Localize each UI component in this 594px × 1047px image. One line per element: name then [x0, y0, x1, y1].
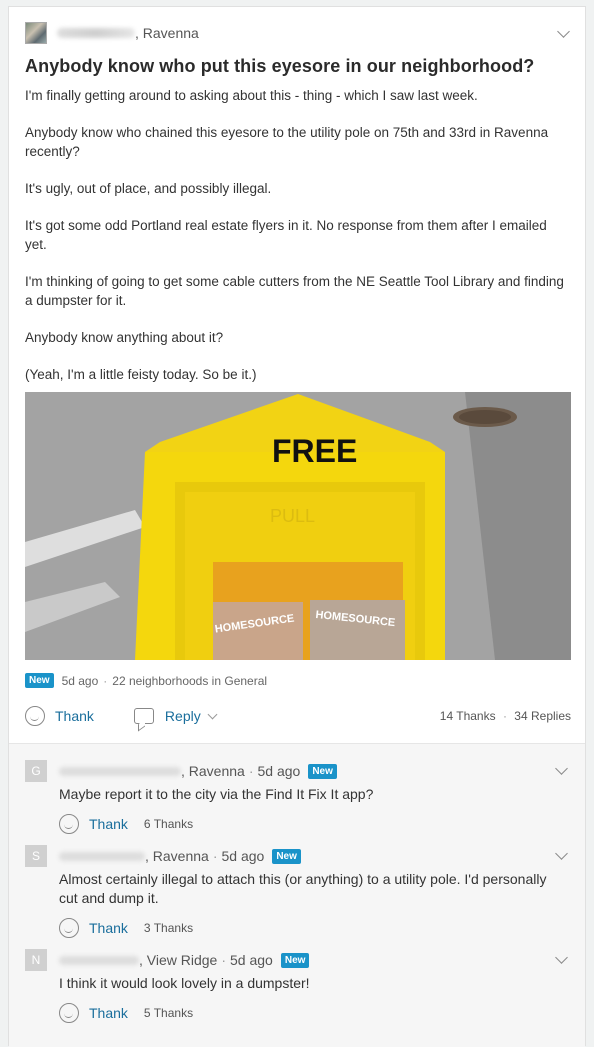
reply-item: N , View Ridge · 5d ago New I think it w…	[25, 949, 565, 1029]
reply-neighborhood[interactable]: , View Ridge	[139, 952, 217, 968]
chevron-down-icon[interactable]	[557, 27, 571, 41]
new-badge: New	[272, 848, 301, 864]
post-photo[interactable]: PULL HOMESOURCE HOMESOURCE FREE	[25, 392, 571, 660]
reply-author-redacted[interactable]	[59, 766, 181, 776]
reply-age: 5d ago	[221, 848, 265, 864]
reply-author-redacted[interactable]	[59, 955, 139, 965]
avatar[interactable]: S	[25, 845, 47, 867]
thanks-count[interactable]: 3 Thanks	[144, 921, 193, 935]
post-paragraph: I'm finally getting around to asking abo…	[25, 88, 478, 103]
thank-button[interactable]: Thank	[55, 708, 94, 724]
free-box-photo: PULL HOMESOURCE HOMESOURCE FREE	[25, 392, 571, 660]
reply-header: , View Ridge · 5d ago New	[59, 949, 310, 971]
reply-item: S , Ravenna · 5d ago New Almost certainl…	[25, 845, 565, 938]
new-badge: New	[308, 763, 337, 779]
reply-actions: Thank 3 Thanks	[59, 918, 193, 938]
reply-text: I think it would look lovely in a dumpst…	[59, 975, 310, 991]
post-paragraph: Anybody know who chained this eyesore to…	[25, 125, 549, 159]
new-badge: New	[280, 952, 310, 968]
reply-author-redacted[interactable]	[59, 851, 145, 861]
reply-actions: Thank 6 Thanks	[59, 814, 193, 834]
chevron-down-icon[interactable]	[555, 953, 569, 967]
reply-button[interactable]: Reply	[165, 708, 201, 724]
post-age[interactable]: 5d ago	[62, 674, 99, 688]
reply-header: , Ravenna · 5d ago New	[59, 760, 337, 782]
post-author-row: , Ravenna	[25, 21, 199, 45]
photo-free-text: FREE	[272, 433, 357, 469]
post-paragraph: It's ugly, out of place, and possibly il…	[25, 181, 272, 196]
reply-item: G , Ravenna · 5d ago New Maybe report it…	[25, 760, 565, 840]
thanks-count[interactable]: 14 Thanks	[440, 709, 496, 723]
reply-text: Maybe report it to the city via the Find…	[59, 786, 374, 802]
post-body: I'm finally getting around to asking abo…	[25, 86, 565, 384]
thank-button[interactable]: Thank	[89, 920, 128, 936]
post-counts: 14 Thanks · 34 Replies	[440, 709, 571, 723]
thanks-count[interactable]: 5 Thanks	[144, 1006, 193, 1020]
post-paragraph: It's got some odd Portland real estate f…	[25, 218, 547, 252]
post-title: Anybody know who put this eyesore in our…	[25, 56, 535, 76]
chevron-down-icon[interactable]	[207, 709, 218, 720]
avatar[interactable]: N	[25, 949, 47, 971]
post-card: , Ravenna Anybody know who put this eyes…	[8, 6, 586, 1047]
post-audience[interactable]: 22 neighborhoods in General	[112, 674, 267, 688]
thank-button[interactable]: Thank	[89, 816, 128, 832]
reply-neighborhood[interactable]: , Ravenna	[181, 763, 245, 779]
chevron-down-icon[interactable]	[555, 849, 569, 863]
reply-text: Almost certainly illegal to attach this …	[59, 871, 547, 906]
author-avatar[interactable]	[25, 22, 47, 44]
avatar[interactable]: G	[25, 760, 47, 782]
replies-count[interactable]: 34 Replies	[514, 709, 571, 723]
meta-separator: ·	[103, 673, 108, 688]
reply-neighborhood[interactable]: , Ravenna	[145, 848, 209, 864]
reply-age: 5d ago	[230, 952, 273, 968]
thanks-count[interactable]: 6 Thanks	[144, 817, 193, 831]
smile-icon[interactable]	[59, 918, 79, 938]
smile-icon[interactable]	[59, 1003, 79, 1023]
reply-actions: Thank 5 Thanks	[59, 1003, 193, 1023]
post-actions: Thank Reply 14 Thanks · 34 Replies	[25, 705, 571, 727]
post-meta: New 5d ago · 22 neighborhoods in General	[25, 673, 267, 688]
thank-button[interactable]: Thank	[89, 1005, 128, 1021]
photo-pull-text: PULL	[270, 506, 315, 526]
reply-age: 5d ago	[257, 763, 301, 779]
counts-separator: ·	[502, 709, 507, 723]
smile-icon[interactable]	[25, 706, 45, 726]
new-badge: New	[25, 673, 54, 688]
post-paragraph: Anybody know anything about it?	[25, 330, 224, 345]
speech-bubble-icon[interactable]	[133, 708, 154, 724]
author-neighborhood[interactable]: , Ravenna	[135, 25, 199, 41]
post-paragraph: I'm thinking of going to get some cable …	[25, 274, 564, 308]
replies-list: G , Ravenna · 5d ago New Maybe report it…	[9, 743, 585, 1047]
chevron-down-icon[interactable]	[555, 764, 569, 778]
reply-header: , Ravenna · 5d ago New	[59, 845, 301, 867]
smile-icon[interactable]	[59, 814, 79, 834]
author-name-redacted[interactable]	[57, 28, 135, 38]
post-paragraph: (Yeah, I'm a little feisty today. So be …	[25, 367, 257, 382]
